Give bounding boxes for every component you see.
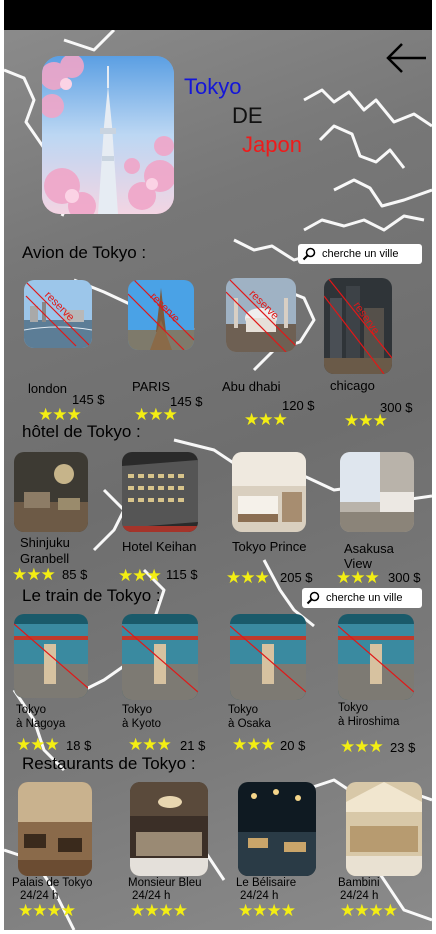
trains-section-title: Le train de Tokyo : — [22, 586, 161, 605]
reserve-stamp: reserve — [147, 291, 181, 325]
search-placeholder: cherche un ville — [322, 248, 399, 260]
hotel-card-hotel-keihan[interactable] — [122, 452, 198, 532]
train-card-kyoto[interactable] — [122, 614, 198, 700]
reserve-stamp: reserve — [42, 289, 76, 323]
rating-stars: ★★★ — [344, 411, 388, 430]
tokyo-skytree-image — [42, 56, 174, 214]
train-price: 18 $ — [66, 738, 92, 753]
flight-name: chicago — [330, 378, 375, 393]
train-name-line1: Tokyo — [228, 704, 259, 716]
status-bar — [4, 0, 432, 30]
train-name-line1: Tokyo — [16, 704, 47, 716]
flights-search-input[interactable]: cherche un ville — [298, 244, 422, 264]
rating-stars: ★★★ — [336, 568, 380, 587]
rating-stars: ★★★ — [244, 410, 288, 429]
flight-card-paris[interactable]: reserve — [128, 280, 194, 350]
flight-card-chicago[interactable]: reserve — [324, 278, 392, 374]
rating-stars: ★★★ — [340, 737, 384, 756]
search-placeholder: cherche un ville — [326, 592, 403, 604]
hotel-price: 205 $ — [280, 570, 313, 585]
hotels-section-title: hôtel de Tokyo : — [22, 422, 141, 441]
train-name-line1: Tokyo — [338, 702, 369, 714]
restaurant-card-le-belisaire[interactable] — [238, 782, 316, 876]
train-price: 23 $ — [390, 740, 416, 755]
train-name-line2: à Hiroshima — [338, 716, 400, 728]
rating-stars: ★★★★ — [340, 901, 398, 920]
hotel-name-line2: Granbell — [20, 551, 70, 566]
train-name-line2: à Osaka — [228, 718, 271, 730]
hotel-name-line1: Tokyo Prince — [232, 539, 307, 554]
title-de: DE — [232, 103, 263, 128]
flights-section-title: Avion de Tokyo : — [22, 243, 147, 262]
rating-stars: ★★★ — [16, 735, 60, 754]
hotel-price: 300 $ — [388, 570, 421, 585]
hotel-card-tokyo-prince[interactable] — [232, 452, 306, 532]
hotel-name-line1: Hotel Keihan — [122, 539, 197, 554]
train-name-line2: à Kyoto — [122, 718, 161, 730]
rating-stars: ★★★ — [12, 565, 56, 584]
flight-card-london[interactable]: reserve — [24, 280, 92, 348]
hotel-price: 115 $ — [166, 567, 198, 582]
flight-name: Abu dhabi — [222, 379, 281, 394]
train-price: 21 $ — [180, 738, 206, 753]
restaurant-name: Le Bélisaire — [236, 877, 297, 889]
restaurant-card-bambini[interactable] — [346, 782, 422, 876]
rating-stars: ★★★ — [232, 735, 276, 754]
hotel-name-line1: Asakusa — [344, 541, 394, 556]
train-price: 20 $ — [280, 738, 306, 753]
search-icon — [302, 247, 316, 261]
rating-stars: ★★★★ — [18, 901, 76, 920]
train-name-line2: à Nagoya — [16, 718, 66, 730]
app-screen: Tokyo DE Japon Avion de Tokyo : cherche … — [4, 0, 432, 930]
restaurant-card-monsieur-bleu[interactable] — [130, 782, 208, 876]
hotel-card-asakusa-view[interactable] — [340, 452, 414, 532]
title-japon: Japon — [242, 132, 302, 157]
flight-card-abu-dhabi[interactable]: reserve — [226, 278, 296, 352]
train-card-osaka[interactable] — [230, 614, 306, 700]
restaurants-section-title: Restaurants de Tokyo : — [22, 754, 196, 773]
train-card-nagoya[interactable] — [14, 614, 88, 698]
rating-stars: ★★★ — [134, 405, 178, 424]
search-icon — [306, 591, 320, 605]
rating-stars: ★★★ — [118, 566, 162, 585]
hotel-name-line1: Shinjuku — [20, 535, 70, 550]
restaurant-name: Bambini — [338, 877, 380, 889]
title-tokyo: Tokyo — [184, 74, 242, 99]
flight-name: london — [28, 381, 68, 396]
rating-stars: ★★★ — [128, 735, 172, 754]
restaurant-name: Palais de Tokyo — [12, 877, 93, 889]
rating-stars: ★★★ — [226, 568, 270, 587]
flight-name: PARIS — [132, 379, 171, 394]
restaurant-name: Monsieur Bleu — [128, 877, 202, 889]
restaurant-card-palais-de-tokyo[interactable] — [18, 782, 92, 876]
rating-stars: ★★★ — [38, 405, 82, 424]
hotel-card-shinjuku-granbell[interactable] — [14, 452, 88, 532]
rating-stars: ★★★★ — [130, 901, 188, 920]
arrow-left-icon[interactable] — [384, 40, 428, 76]
train-name-line1: Tokyo — [122, 704, 153, 716]
hotel-price: 85 $ — [62, 567, 88, 582]
train-card-hiroshima[interactable] — [338, 614, 414, 700]
trains-search-input[interactable]: cherche un ville — [302, 588, 422, 608]
reserve-stamp: reserve — [351, 300, 382, 337]
rating-stars: ★★★★ — [238, 901, 296, 920]
